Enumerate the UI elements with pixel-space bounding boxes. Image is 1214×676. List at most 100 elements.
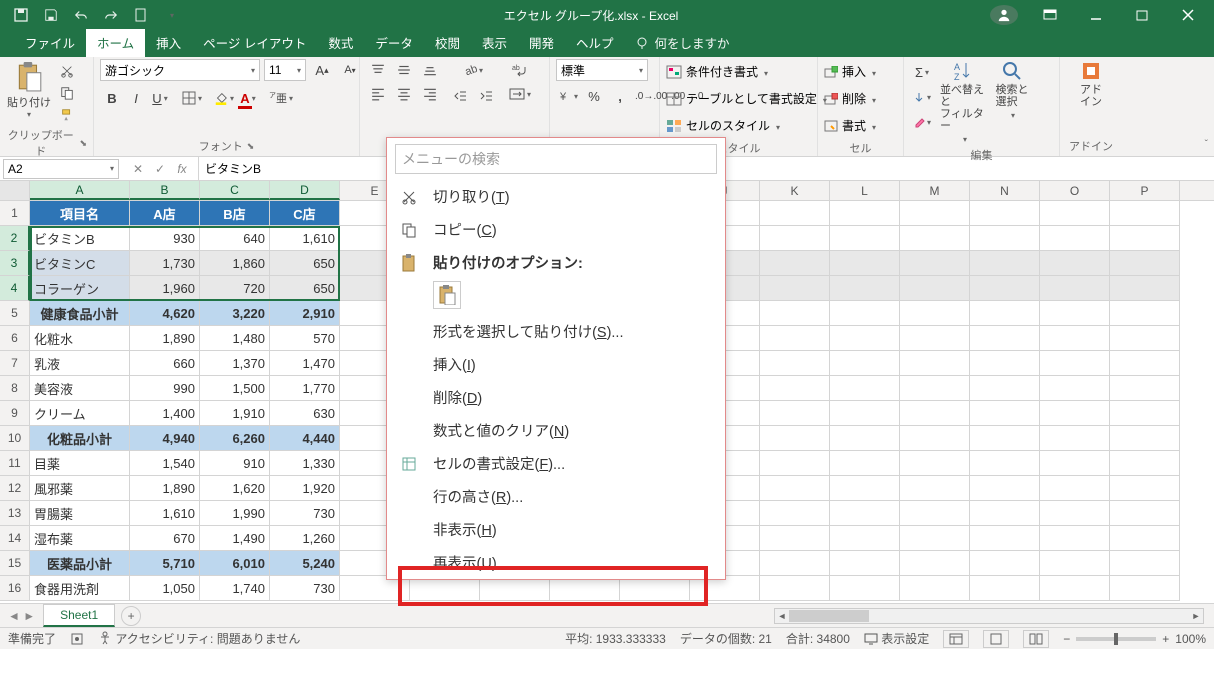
tab-data[interactable]: データ bbox=[364, 29, 424, 57]
zoom-out-icon[interactable]: − bbox=[1063, 632, 1070, 646]
font-name-combo[interactable]: 游ゴシック▾ bbox=[100, 59, 260, 81]
cell[interactable] bbox=[970, 476, 1040, 501]
cell[interactable]: 570 bbox=[270, 326, 340, 351]
cell[interactable]: 6,260 bbox=[200, 426, 270, 451]
dialog-launcher-icon[interactable]: ⬊ bbox=[247, 141, 255, 152]
cell[interactable] bbox=[830, 301, 900, 326]
tab-layout[interactable]: ページ レイアウト bbox=[192, 29, 317, 57]
cell[interactable] bbox=[830, 551, 900, 576]
page-break-view-icon[interactable] bbox=[1023, 630, 1049, 648]
cell[interactable]: 1,910 bbox=[200, 401, 270, 426]
cell[interactable] bbox=[900, 301, 970, 326]
cell[interactable]: 1,860 bbox=[200, 251, 270, 276]
percent-format-icon[interactable]: % bbox=[582, 85, 606, 107]
ctx-delete[interactable]: 削除(D) bbox=[387, 381, 725, 414]
cell[interactable] bbox=[900, 276, 970, 301]
cell[interactable]: 930 bbox=[130, 226, 200, 251]
row-header-14[interactable]: 14 bbox=[0, 526, 30, 551]
cell[interactable]: 1,470 bbox=[270, 351, 340, 376]
cell[interactable] bbox=[1110, 351, 1180, 376]
maximize-icon[interactable] bbox=[1120, 1, 1164, 29]
cell[interactable]: 化粧品小計 bbox=[30, 426, 130, 451]
cell[interactable]: 湿布薬 bbox=[30, 526, 130, 551]
cell[interactable]: 風邪薬 bbox=[30, 476, 130, 501]
cell[interactable] bbox=[830, 526, 900, 551]
normal-view-icon[interactable] bbox=[943, 630, 969, 648]
zoom-in-icon[interactable]: + bbox=[1162, 632, 1169, 646]
cell[interactable] bbox=[1040, 526, 1110, 551]
cell[interactable] bbox=[830, 351, 900, 376]
cell[interactable] bbox=[1040, 326, 1110, 351]
zoom-control[interactable]: − + 100% bbox=[1063, 632, 1206, 646]
select-all-corner[interactable] bbox=[0, 181, 30, 200]
cell[interactable]: 910 bbox=[200, 451, 270, 476]
cell[interactable] bbox=[970, 201, 1040, 226]
col-header-A[interactable]: A bbox=[30, 181, 130, 200]
cell[interactable] bbox=[1040, 276, 1110, 301]
cell[interactable] bbox=[970, 451, 1040, 476]
cell[interactable]: 6,010 bbox=[200, 551, 270, 576]
format-cells-button[interactable]: 書式 bbox=[824, 113, 876, 138]
row-header-13[interactable]: 13 bbox=[0, 501, 30, 526]
decrease-font-icon[interactable]: A▾ bbox=[338, 59, 362, 81]
delete-cells-button[interactable]: 削除 bbox=[824, 86, 876, 111]
fill-color-icon[interactable] bbox=[212, 87, 236, 109]
display-settings-button[interactable]: 表示設定 bbox=[864, 630, 929, 647]
cell[interactable] bbox=[900, 376, 970, 401]
cell[interactable] bbox=[1110, 301, 1180, 326]
cell[interactable]: 目薬 bbox=[30, 451, 130, 476]
save-icon[interactable] bbox=[38, 3, 64, 27]
tab-review[interactable]: 校閲 bbox=[424, 29, 471, 57]
cell[interactable] bbox=[900, 426, 970, 451]
cell[interactable] bbox=[760, 301, 830, 326]
tab-insert[interactable]: 挿入 bbox=[145, 29, 192, 57]
cell[interactable]: 項目名 bbox=[30, 201, 130, 226]
autosave-icon[interactable] bbox=[8, 3, 34, 27]
tab-file[interactable]: ファイル bbox=[14, 29, 86, 57]
cell[interactable] bbox=[760, 526, 830, 551]
cell[interactable]: 胃腸薬 bbox=[30, 501, 130, 526]
bold-button[interactable]: B bbox=[100, 87, 124, 109]
decrease-indent-icon[interactable] bbox=[448, 85, 472, 107]
row-header-16[interactable]: 16 bbox=[0, 576, 30, 601]
comma-format-icon[interactable]: , bbox=[608, 85, 632, 107]
ctx-row-height[interactable]: 行の高さ(R)... bbox=[387, 480, 725, 513]
cell[interactable] bbox=[760, 501, 830, 526]
cell[interactable] bbox=[760, 426, 830, 451]
copy-icon[interactable] bbox=[56, 83, 78, 103]
cell[interactable] bbox=[760, 551, 830, 576]
tab-help[interactable]: ヘルプ bbox=[565, 29, 625, 57]
scroll-left-icon[interactable]: ◄ bbox=[775, 609, 789, 623]
cell[interactable] bbox=[900, 326, 970, 351]
align-center-icon[interactable] bbox=[392, 83, 416, 105]
row-header-15[interactable]: 15 bbox=[0, 551, 30, 576]
cell[interactable] bbox=[970, 326, 1040, 351]
italic-button[interactable]: I bbox=[124, 87, 148, 109]
cell[interactable]: 1,890 bbox=[130, 326, 200, 351]
cell[interactable] bbox=[830, 326, 900, 351]
font-size-combo[interactable]: 11▾ bbox=[264, 59, 306, 81]
align-right-icon[interactable] bbox=[418, 83, 442, 105]
zoom-slider[interactable] bbox=[1076, 637, 1156, 641]
cell[interactable] bbox=[1040, 251, 1110, 276]
sheet-tab[interactable]: Sheet1 bbox=[43, 604, 115, 627]
cell[interactable] bbox=[900, 251, 970, 276]
cell[interactable] bbox=[1110, 276, 1180, 301]
col-header-N[interactable]: N bbox=[970, 181, 1040, 200]
cell[interactable] bbox=[900, 351, 970, 376]
cell[interactable] bbox=[830, 576, 900, 601]
cell[interactable]: 1,330 bbox=[270, 451, 340, 476]
cell[interactable]: 1,990 bbox=[200, 501, 270, 526]
cell[interactable]: 乳液 bbox=[30, 351, 130, 376]
cell[interactable]: 730 bbox=[270, 501, 340, 526]
cell[interactable]: 1,400 bbox=[130, 401, 200, 426]
paste-button[interactable]: 貼り付け ▾ bbox=[6, 59, 52, 119]
horizontal-scrollbar[interactable]: ◄ ► bbox=[774, 608, 1204, 624]
minimize-icon[interactable] bbox=[1074, 1, 1118, 29]
cell[interactable] bbox=[1110, 451, 1180, 476]
cell[interactable] bbox=[1040, 451, 1110, 476]
cell[interactable]: 1,540 bbox=[130, 451, 200, 476]
increase-font-icon[interactable]: A▴ bbox=[310, 59, 334, 81]
autosum-icon[interactable]: Σ bbox=[910, 61, 934, 83]
cell[interactable]: 4,440 bbox=[270, 426, 340, 451]
